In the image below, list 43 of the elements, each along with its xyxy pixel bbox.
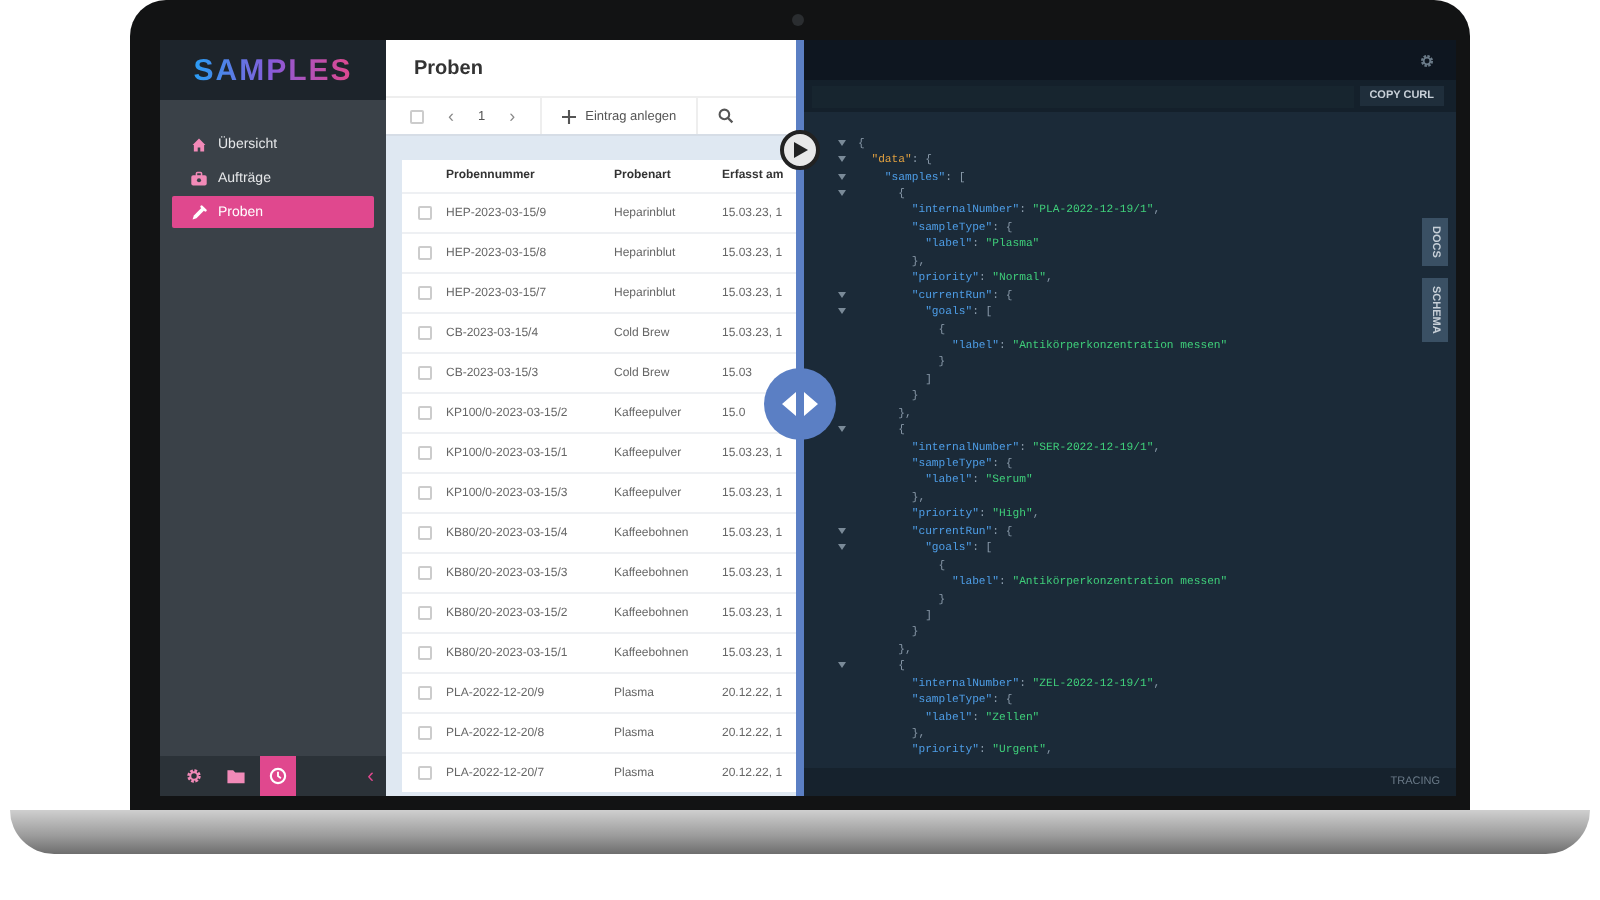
fold-icon[interactable] bbox=[838, 426, 846, 433]
row-checkbox[interactable] bbox=[417, 526, 431, 540]
page-title: Proben bbox=[386, 40, 796, 96]
select-all-checkbox[interactable] bbox=[410, 109, 424, 123]
fold-icon[interactable] bbox=[838, 544, 846, 551]
row-checkbox[interactable] bbox=[417, 766, 431, 780]
plus-icon bbox=[561, 109, 576, 123]
fold-icon[interactable] bbox=[838, 173, 846, 180]
fold-icon[interactable] bbox=[838, 527, 846, 534]
row-checkbox[interactable] bbox=[417, 366, 431, 380]
row-checkbox[interactable] bbox=[417, 566, 431, 580]
fold-icon[interactable] bbox=[838, 190, 846, 197]
fold-icon[interactable] bbox=[838, 291, 846, 298]
row-checkbox[interactable] bbox=[417, 686, 431, 700]
footer-button[interactable] bbox=[260, 756, 296, 796]
row-checkbox[interactable] bbox=[417, 326, 431, 340]
row-checkbox[interactable] bbox=[417, 646, 431, 660]
app-logo: SAMPLES bbox=[193, 53, 353, 87]
row-checkbox[interactable] bbox=[417, 206, 431, 220]
fold-icon[interactable] bbox=[838, 139, 846, 146]
clock-icon bbox=[268, 766, 288, 786]
fold-icon[interactable] bbox=[838, 662, 846, 669]
search-icon[interactable] bbox=[718, 108, 735, 124]
camera-dot bbox=[792, 14, 804, 26]
briefcase-icon bbox=[190, 169, 208, 187]
row-checkbox[interactable] bbox=[417, 606, 431, 620]
row-checkbox[interactable] bbox=[417, 726, 431, 740]
row-checkbox[interactable] bbox=[417, 246, 431, 260]
fold-icon[interactable] bbox=[838, 308, 846, 315]
pipette-icon bbox=[190, 203, 208, 221]
settings-icon bbox=[1418, 51, 1436, 69]
row-checkbox[interactable] bbox=[417, 406, 431, 420]
collapse-button[interactable]: ‹ bbox=[367, 765, 374, 787]
home-icon bbox=[190, 135, 208, 153]
fold-icon[interactable] bbox=[838, 156, 846, 163]
next-page-button[interactable]: › bbox=[509, 106, 516, 126]
settings-icon bbox=[184, 766, 204, 786]
row-checkbox[interactable] bbox=[417, 286, 431, 300]
folder-icon bbox=[226, 766, 246, 786]
previous-page-button[interactable]: ‹ bbox=[448, 106, 454, 126]
row-checkbox[interactable] bbox=[417, 446, 431, 460]
play-icon bbox=[792, 142, 808, 158]
row-checkbox[interactable] bbox=[417, 486, 431, 500]
